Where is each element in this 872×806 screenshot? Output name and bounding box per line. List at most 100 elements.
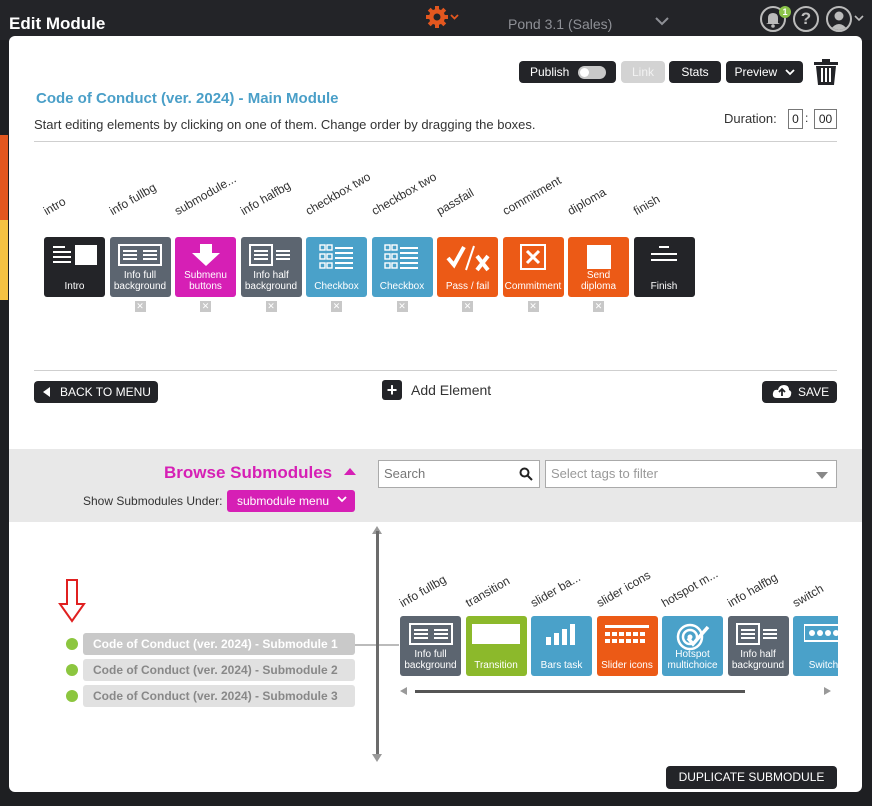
element-label: Switch — [808, 660, 838, 671]
element-name: checkbox two — [368, 169, 439, 218]
user-menu-chevron-icon[interactable] — [854, 14, 864, 22]
element-name: submodule... — [172, 171, 239, 218]
stats-button[interactable]: Stats — [669, 61, 721, 83]
submodule-element-tile[interactable]: Info half background — [727, 616, 789, 676]
module-title: Code of Conduct (ver. 2024) - Main Modul… — [36, 90, 339, 107]
submodule-element-tile[interactable]: Slider icons — [596, 616, 658, 676]
instructions-text: Start editing elements by clicking on on… — [34, 117, 536, 132]
notifications-bell-icon[interactable]: 1 — [760, 6, 791, 32]
submodule-element-tile[interactable]: Switch — [793, 616, 838, 676]
status-dot-icon — [66, 664, 78, 676]
remove-element-icon[interactable]: ✕ — [265, 301, 277, 312]
add-element-button[interactable]: Add Element — [411, 382, 491, 398]
scroll-right-arrow-icon[interactable] — [824, 687, 831, 695]
element-tile[interactable]: Checkbox — [371, 237, 433, 297]
submodule-pill[interactable]: Code of Conduct (ver. 2024) - Submodule … — [83, 659, 355, 681]
element-name: checkbox two — [303, 169, 373, 218]
element-label: Submenu buttons — [184, 270, 227, 292]
search-input[interactable]: Search — [378, 460, 540, 488]
element-tile[interactable]: Commitment — [502, 237, 564, 297]
preview-label: Preview — [734, 65, 778, 79]
element-tile[interactable]: Submenu buttons — [175, 237, 236, 297]
element-label: Bars task — [540, 660, 583, 671]
scroll-left-arrow-icon[interactable] — [400, 687, 407, 695]
horizontal-scrollbar[interactable] — [415, 690, 745, 693]
element-name: diploma — [565, 184, 609, 218]
project-selector[interactable]: Pond 3.1 (Sales) — [508, 16, 612, 32]
save-label: SAVE — [798, 385, 830, 399]
element-label: Checkbox — [314, 281, 359, 292]
submodule-element-tile[interactable]: Bars task — [531, 616, 592, 676]
duration-seconds-field[interactable]: 00 — [814, 109, 837, 129]
save-button[interactable]: SAVE — [762, 381, 837, 403]
submodule-menu-dropdown[interactable]: submodule menu — [227, 490, 355, 512]
remove-element-icon[interactable]: ✕ — [593, 301, 604, 312]
trash-icon[interactable] — [813, 58, 839, 86]
element-tile[interactable]: Pass / fail — [437, 237, 498, 297]
caret-down-icon — [816, 472, 828, 479]
element-label: Transition — [474, 660, 518, 671]
background-accent — [0, 135, 8, 220]
back-to-menu-button[interactable]: BACK TO MENU — [34, 381, 158, 403]
cloud-upload-icon — [772, 385, 792, 398]
search-placeholder: Search — [384, 466, 426, 481]
submodule-element-strip: info fullbg Info full background transitio… — [398, 556, 838, 706]
gear-icon[interactable] — [424, 4, 460, 30]
duplicate-submodule-button[interactable]: DUPLICATE SUBMODULE — [666, 766, 837, 789]
help-icon[interactable]: ? — [793, 6, 819, 32]
scroll-down-arrow-icon[interactable] — [372, 754, 382, 762]
remove-element-icon[interactable]: ✕ — [200, 301, 211, 312]
tags-placeholder: Select tags to filter — [551, 466, 658, 481]
publish-label: Publish — [530, 65, 570, 79]
element-label: Checkbox — [379, 281, 425, 292]
element-name: info halfbg — [237, 178, 293, 218]
remove-element-icon[interactable]: ✕ — [527, 301, 539, 312]
element-label: Hotspot multichoice — [667, 649, 718, 671]
red-arrow-down-icon — [58, 579, 86, 623]
element-tile[interactable]: Send diploma — [568, 237, 629, 297]
caret-up-icon[interactable] — [344, 468, 356, 475]
user-avatar-icon[interactable] — [826, 6, 852, 32]
element-name: intro — [41, 194, 69, 218]
vertical-scrollbar[interactable] — [376, 531, 379, 759]
chevron-down-icon — [784, 69, 795, 76]
element-name: transition — [462, 573, 512, 610]
submodule-element-tile[interactable]: Transition — [465, 616, 527, 676]
element-tile[interactable]: Info full background — [109, 237, 171, 297]
submodule-pill[interactable]: Code of Conduct (ver. 2024) - Submodule … — [83, 685, 355, 707]
element-name: info fullbg — [398, 572, 449, 610]
link-button[interactable]: Link — [621, 61, 665, 83]
remove-element-icon[interactable]: ✕ — [134, 301, 146, 312]
top-bar: Edit Module Pond 3.1 (Sales) 1 ? — [0, 0, 872, 40]
chevron-down-icon[interactable] — [655, 16, 669, 26]
element-label: Info full background — [113, 270, 167, 292]
publish-switch[interactable] — [578, 66, 606, 79]
back-to-menu-label: BACK TO MENU — [60, 385, 151, 399]
plus-icon[interactable]: + — [382, 380, 402, 400]
remove-element-icon[interactable]: ✕ — [396, 301, 408, 312]
element-name: hotspot m... — [659, 566, 721, 610]
remove-element-icon[interactable]: ✕ — [462, 301, 473, 312]
preview-button[interactable]: Preview — [726, 61, 803, 83]
duration-label: Duration: — [724, 111, 777, 126]
publish-toggle-button[interactable]: Publish — [519, 61, 616, 83]
submodule-pill[interactable]: Code of Conduct (ver. 2024) - Submodule … — [83, 633, 355, 655]
search-icon[interactable] — [519, 467, 533, 481]
duration-minutes-field[interactable]: 0 — [788, 109, 803, 129]
element-label: Info half background — [244, 270, 298, 292]
element-tile[interactable]: Checkbox — [306, 237, 367, 297]
submodule-menu-value: submodule menu — [237, 494, 330, 508]
remove-element-icon[interactable]: ✕ — [331, 301, 342, 312]
divider — [34, 141, 837, 142]
element-label: Finish — [650, 281, 678, 292]
browse-submodules-title[interactable]: Browse Submodules — [164, 463, 332, 483]
tags-filter-select[interactable]: Select tags to filter — [545, 460, 837, 488]
submodule-element-tile[interactable]: Info full background — [400, 616, 461, 676]
element-tile[interactable]: Info half background — [240, 237, 302, 297]
element-label: Info full background — [404, 649, 457, 671]
element-tile[interactable]: Intro — [44, 237, 105, 297]
element-name: info fullbg — [106, 180, 158, 218]
element-tile[interactable]: Finish — [633, 237, 695, 297]
show-submodules-label: Show Submodules Under: — [83, 494, 223, 508]
submodule-element-tile[interactable]: Hotspot multichoice — [662, 616, 723, 676]
